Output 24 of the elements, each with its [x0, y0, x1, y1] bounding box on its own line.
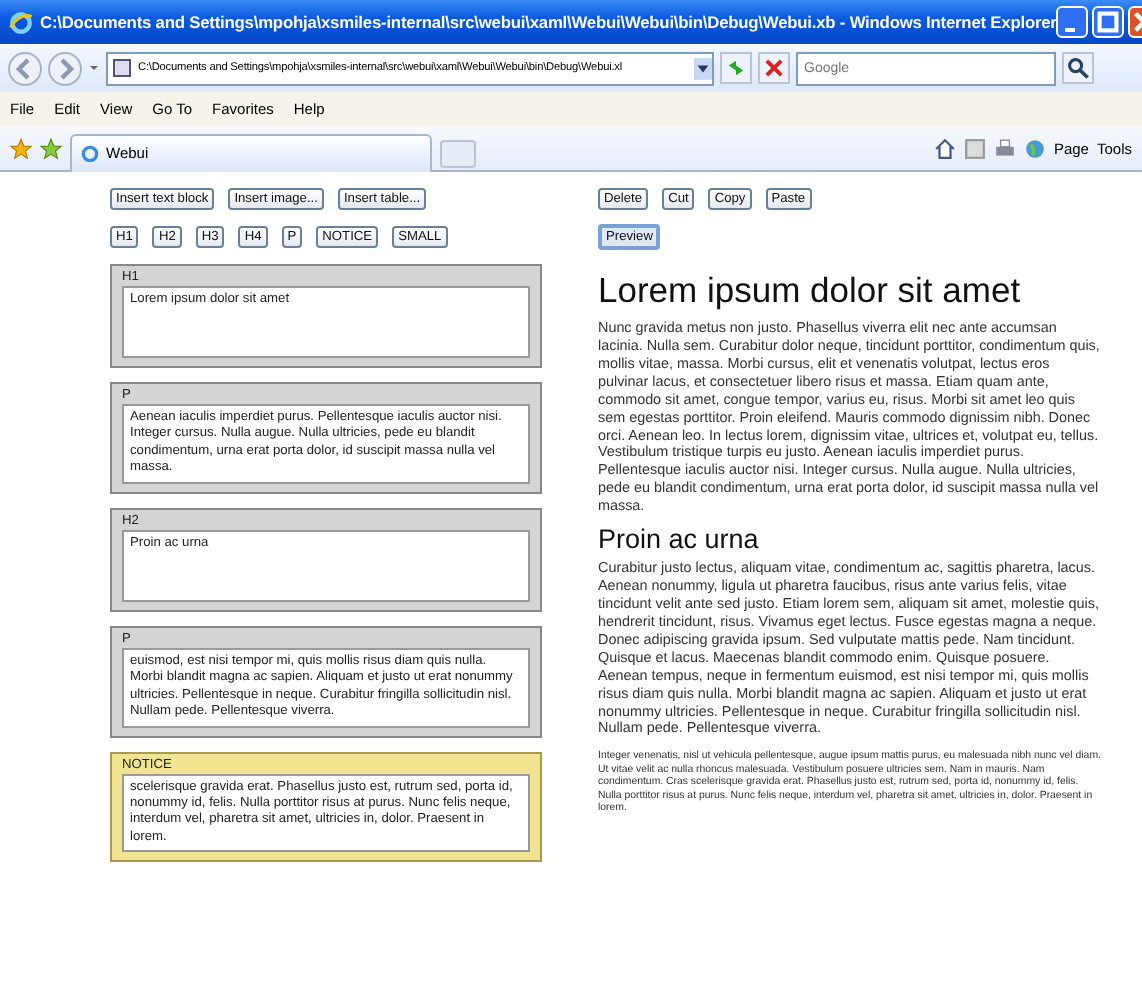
home-icon[interactable]: [933, 137, 956, 159]
search-button[interactable]: [1062, 52, 1094, 84]
minimize-button[interactable]: [1056, 6, 1089, 38]
forward-button[interactable]: [48, 51, 82, 85]
page-icon: [112, 58, 132, 78]
star-icon[interactable]: [10, 137, 32, 159]
browser-logo-icon: [8, 9, 34, 35]
window-title: C:\Documents and Settings\mpohja\xsmiles-internal\src\webui\xaml\Webui\Webui\bin\Debug\Webui.xb - Windows Internet Explorer: [40, 12, 1057, 32]
refresh-icon: [724, 56, 748, 80]
add-favorite-icon[interactable]: [40, 137, 62, 159]
globe-icon[interactable]: [1023, 137, 1046, 159]
minimize-icon: [1064, 28, 1077, 32]
dropdown-arrow-icon[interactable]: [88, 62, 100, 74]
maximize-button[interactable]: [1092, 6, 1125, 38]
preview-subheading: Proin ac urna: [598, 524, 761, 555]
search-icon: [1066, 56, 1090, 80]
stop-button[interactable]: [758, 52, 790, 84]
close-icon: [762, 56, 786, 80]
maximize-icon: [1094, 8, 1123, 36]
browser-logo-icon: [80, 143, 100, 163]
feed-icon[interactable]: [963, 137, 986, 159]
preview-heading: Lorem ipsum dolor sit amet: [598, 270, 1023, 312]
print-icon[interactable]: [993, 137, 1016, 159]
back-button[interactable]: [8, 51, 42, 85]
